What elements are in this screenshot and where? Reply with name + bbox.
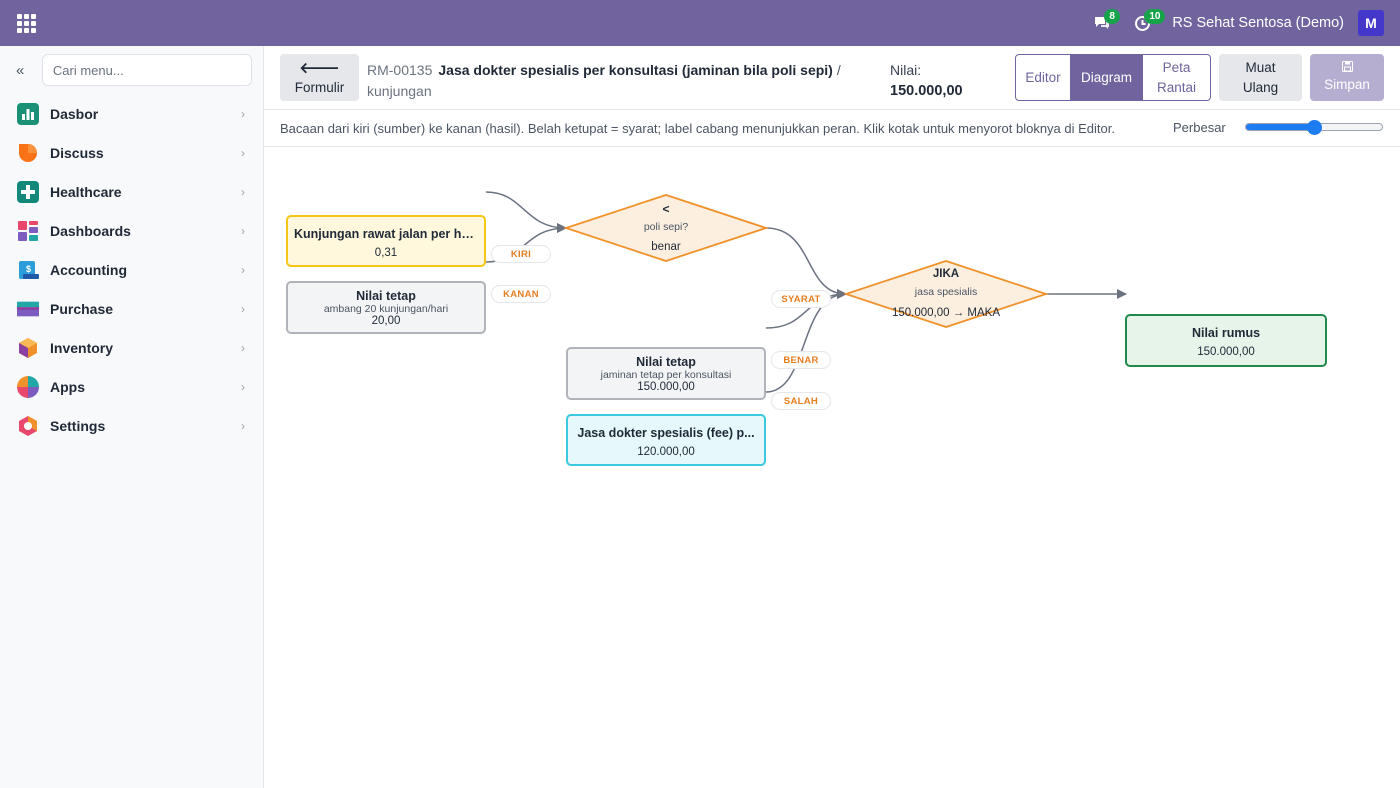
- chevron-right-icon: ›: [241, 184, 245, 199]
- value-label: Nilai:: [890, 62, 922, 78]
- settings-icon: [17, 415, 39, 437]
- chevron-right-icon: ›: [241, 379, 245, 394]
- view-editor-button[interactable]: Editor: [1015, 54, 1071, 101]
- chevron-right-icon: ›: [241, 301, 245, 316]
- sidebar-item-label: Settings: [50, 417, 106, 434]
- discuss-icon: [17, 142, 39, 164]
- hint-text: Bacaan dari kiri (sumber) ke kanan (hasi…: [280, 120, 1115, 136]
- back-to-form-button[interactable]: 🡐 Formulir: [280, 54, 359, 101]
- menu-search-input[interactable]: [41, 54, 252, 86]
- record-subtitle: kunjungan: [367, 83, 432, 99]
- chat-button[interactable]: 8: [1082, 0, 1122, 46]
- node-fixed-threshold[interactable]: Nilai tetap ambang 20 kunjungan/hari 20,…: [286, 281, 486, 334]
- sidebar-item-label: Dashboards: [50, 222, 131, 239]
- edge-tag-kanan: KANAN: [491, 285, 551, 303]
- edge-tag-salah: SALAH: [771, 392, 831, 410]
- chevron-right-icon: ›: [241, 106, 245, 121]
- chat-badge: 8: [1104, 9, 1120, 24]
- sidebar-item-label: Dasbor: [50, 105, 99, 122]
- sidebar-item-label: Discuss: [50, 144, 104, 161]
- sidebar-item-label: Healthcare: [50, 183, 122, 200]
- main-content: 🡐 Formulir RM-00135 Jasa dokter spesialis…: [264, 46, 1400, 788]
- diagram-hint: Bacaan dari kiri (sumber) ke kanan (hasi…: [264, 110, 1400, 147]
- control-panel: 🡐 Formulir RM-00135 Jasa dokter spesialis…: [264, 46, 1400, 110]
- sidebar-item-dashboards[interactable]: Dashboards ›: [0, 211, 263, 250]
- zoom-slider[interactable]: [1245, 117, 1383, 139]
- formula-value: Nilai: 150.000,00: [890, 60, 963, 102]
- sidebar-item-inventory[interactable]: Inventory ›: [0, 328, 263, 367]
- record-title: Jasa dokter spesialis per konsultasi (ja…: [438, 62, 833, 78]
- compare-question: poli sepi?: [643, 221, 689, 233]
- if-result: 150.000,00 → MAKA: [891, 307, 1001, 319]
- chevron-right-icon: ›: [241, 262, 245, 277]
- edge-tag-syarat: SYARAT: [771, 290, 831, 308]
- activity-badge: 10: [1144, 9, 1166, 24]
- accounting-icon: $: [17, 259, 39, 281]
- edge-tag-benar: BENAR: [771, 351, 831, 369]
- zoom-slider-thumb[interactable]: [1306, 120, 1322, 135]
- view-diagram-button[interactable]: Diagram: [1071, 54, 1142, 101]
- breadcrumb: RM-00135 Jasa dokter spesialis per konsul…: [367, 60, 867, 102]
- sidebar: « Dasbor › Discuss › Healthcare › Dashbo…: [0, 46, 264, 788]
- if-subtitle: jasa spesialis: [914, 286, 978, 298]
- sidebar-item-discuss[interactable]: Discuss ›: [0, 133, 263, 172]
- compare-result: benar: [651, 241, 681, 253]
- arrow-left-icon: 🡐: [299, 59, 340, 77]
- reload-button[interactable]: Muat Ulang: [1219, 54, 1302, 101]
- view-chain-map-button[interactable]: Peta Rantai: [1142, 54, 1211, 101]
- dashboards-icon: [17, 220, 39, 242]
- apps-icon: [17, 375, 39, 398]
- chevron-right-icon: ›: [241, 223, 245, 238]
- chevron-right-icon: ›: [241, 418, 245, 433]
- node-formula-result[interactable]: Nilai rumus 150.000,00: [1125, 314, 1327, 367]
- apps-menu-button[interactable]: [0, 0, 52, 46]
- chevron-right-icon: ›: [241, 145, 245, 160]
- sidebar-item-purchase[interactable]: Purchase ›: [0, 289, 263, 328]
- grid-icon: [16, 13, 36, 33]
- svg-text:$: $: [26, 264, 31, 274]
- bar-chart-icon: [17, 102, 39, 125]
- node-outpatient-visits[interactable]: Kunjungan rawat jalan per har... 0,31: [286, 215, 486, 267]
- zoom-label: Perbesar: [1173, 120, 1226, 135]
- save-button[interactable]: Simpan: [1310, 54, 1384, 101]
- diagram-canvas: KIRI KANAN SYARAT BENAR SALAH Kunjungan …: [264, 148, 1400, 788]
- healthcare-cross-icon: [17, 180, 39, 203]
- sidebar-item-settings[interactable]: Settings ›: [0, 406, 263, 445]
- sidebar-item-dasbor[interactable]: Dasbor ›: [0, 94, 263, 133]
- floppy-icon: [1341, 60, 1353, 75]
- company-switcher[interactable]: RS Sehat Sentosa (Demo): [1172, 15, 1344, 31]
- compare-operator: <: [662, 202, 670, 216]
- sidebar-item-label: Purchase: [50, 300, 114, 317]
- sidebar-item-apps[interactable]: Apps ›: [0, 367, 263, 406]
- if-operator: JIKA: [932, 268, 960, 280]
- node-fixed-guarantee[interactable]: Nilai tetap jaminan tetap per konsultasi…: [566, 347, 766, 400]
- chevron-right-icon: ›: [241, 340, 245, 355]
- sidebar-item-label: Apps: [50, 378, 85, 395]
- sidebar-item-label: Inventory: [50, 339, 114, 356]
- avatar[interactable]: M: [1358, 10, 1384, 36]
- activity-button[interactable]: 10: [1122, 0, 1166, 46]
- sidebar-item-accounting[interactable]: $ Accounting ›: [0, 250, 263, 289]
- breadcrumb-separator: /: [836, 62, 841, 78]
- record-code: RM-00135: [367, 62, 433, 78]
- collapse-sidebar-icon[interactable]: «: [16, 62, 42, 79]
- node-specialist-fee[interactable]: Jasa dokter spesialis (fee) p... 120.000…: [566, 414, 766, 466]
- purchase-icon: [17, 298, 39, 320]
- inventory-icon: [17, 337, 39, 359]
- sidebar-item-label: Accounting: [50, 261, 127, 278]
- value-amount: 150.000,00: [890, 83, 963, 99]
- edge-tag-kiri: KIRI: [491, 245, 551, 263]
- sidebar-item-healthcare[interactable]: Healthcare ›: [0, 172, 263, 211]
- top-bar: 8 10 RS Sehat Sentosa (Demo) M: [0, 0, 1400, 46]
